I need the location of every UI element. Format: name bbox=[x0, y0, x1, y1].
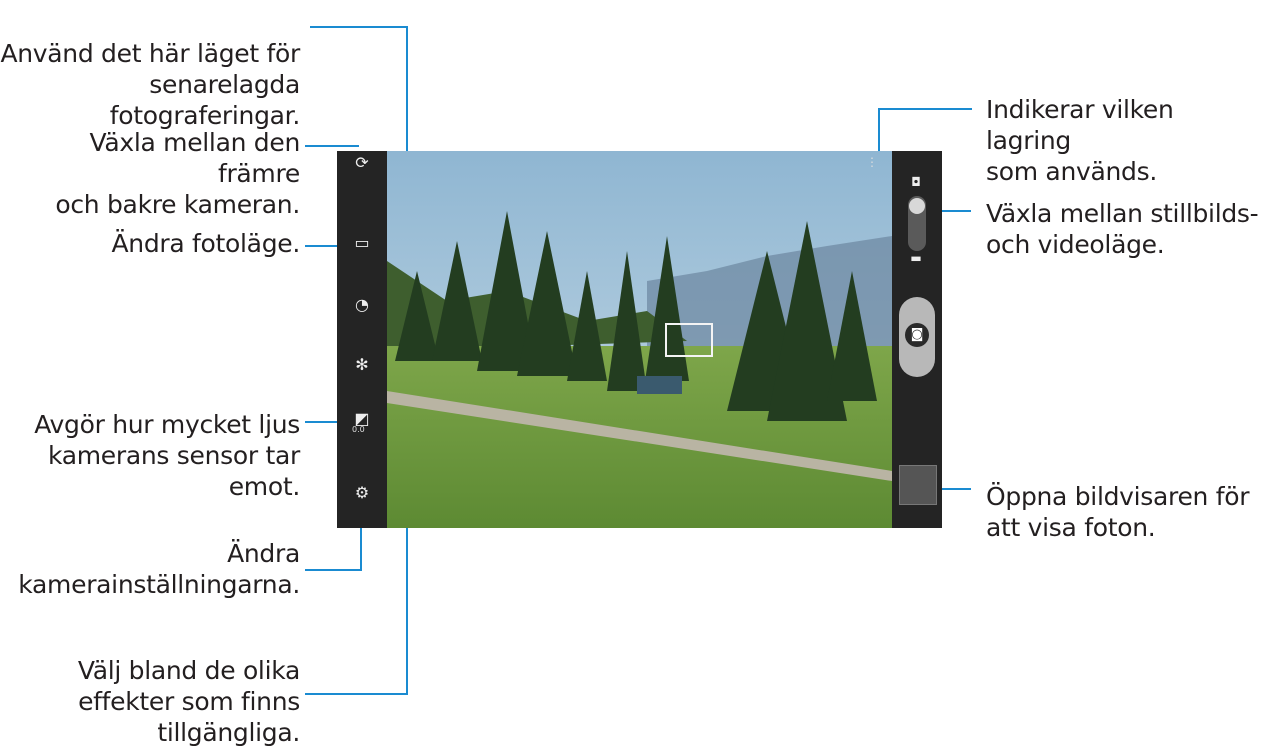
callout-switch-camera: Växla mellan den främre och bakre kamera… bbox=[55, 128, 300, 219]
viewfinder-scene bbox=[387, 151, 892, 528]
viewfinder[interactable]: ⋮ bbox=[387, 151, 892, 528]
timer-off-icon[interactable]: ◔ bbox=[347, 295, 377, 314]
shutter-button[interactable]: ◙ bbox=[899, 297, 935, 377]
mode-switch-knob[interactable] bbox=[909, 198, 925, 214]
callout-storage: Indikerar vilken lagring som används. bbox=[986, 95, 1174, 186]
mode-switch[interactable] bbox=[908, 196, 926, 251]
shutter-camera-icon: ◙ bbox=[905, 323, 929, 347]
callout-photo-mode: Ändra fotoläge. bbox=[111, 229, 300, 258]
camera-switch-icon[interactable]: ⟳ bbox=[347, 153, 377, 172]
focus-frame bbox=[665, 323, 713, 357]
leader-line-delayed bbox=[310, 26, 408, 28]
callout-settings: Ändra kamerainställningarna. bbox=[18, 539, 300, 599]
camera-screen: ⋮ ⟳ ▭ ◔ ✻ ◩ 0.0 ⚙ ◘ ▬ ◙ bbox=[337, 151, 942, 528]
callout-mode-switch: Växla mellan stillbilds- och videoläge. bbox=[986, 199, 1259, 259]
gear-icon[interactable]: ⚙ bbox=[347, 483, 377, 502]
camera-icon: ◘ bbox=[911, 175, 921, 189]
photo-mode-icon[interactable]: ▭ bbox=[347, 233, 377, 252]
storage-indicator-icon: ⋮ bbox=[866, 155, 878, 169]
leader-line-effects bbox=[305, 693, 408, 695]
callout-effects: Välj bland de olika effekter som finns t… bbox=[77, 656, 300, 747]
leader-line-storage bbox=[878, 108, 972, 110]
callout-exposure: Avgör hur mycket ljus kamerans sensor ta… bbox=[34, 410, 300, 501]
exposure-value: 0.0 bbox=[352, 425, 365, 434]
callout-gallery: Öppna bildvisaren för att visa foton. bbox=[986, 482, 1250, 542]
leader-line-storage-vertical bbox=[878, 108, 880, 156]
callout-delayed-shooting: Använd det här läget för senarelagda fot… bbox=[0, 39, 300, 130]
camera-left-toolbar: ⟳ ▭ ◔ ✻ ◩ 0.0 ⚙ bbox=[337, 151, 387, 528]
leader-line-settings bbox=[305, 569, 362, 571]
camera-right-toolbar: ◘ ▬ ◙ bbox=[892, 151, 942, 528]
video-icon: ▬ bbox=[910, 251, 922, 265]
effects-icon[interactable]: ✻ bbox=[347, 355, 377, 374]
gallery-thumbnail[interactable] bbox=[899, 465, 937, 505]
leader-line-switch-camera bbox=[305, 145, 359, 147]
